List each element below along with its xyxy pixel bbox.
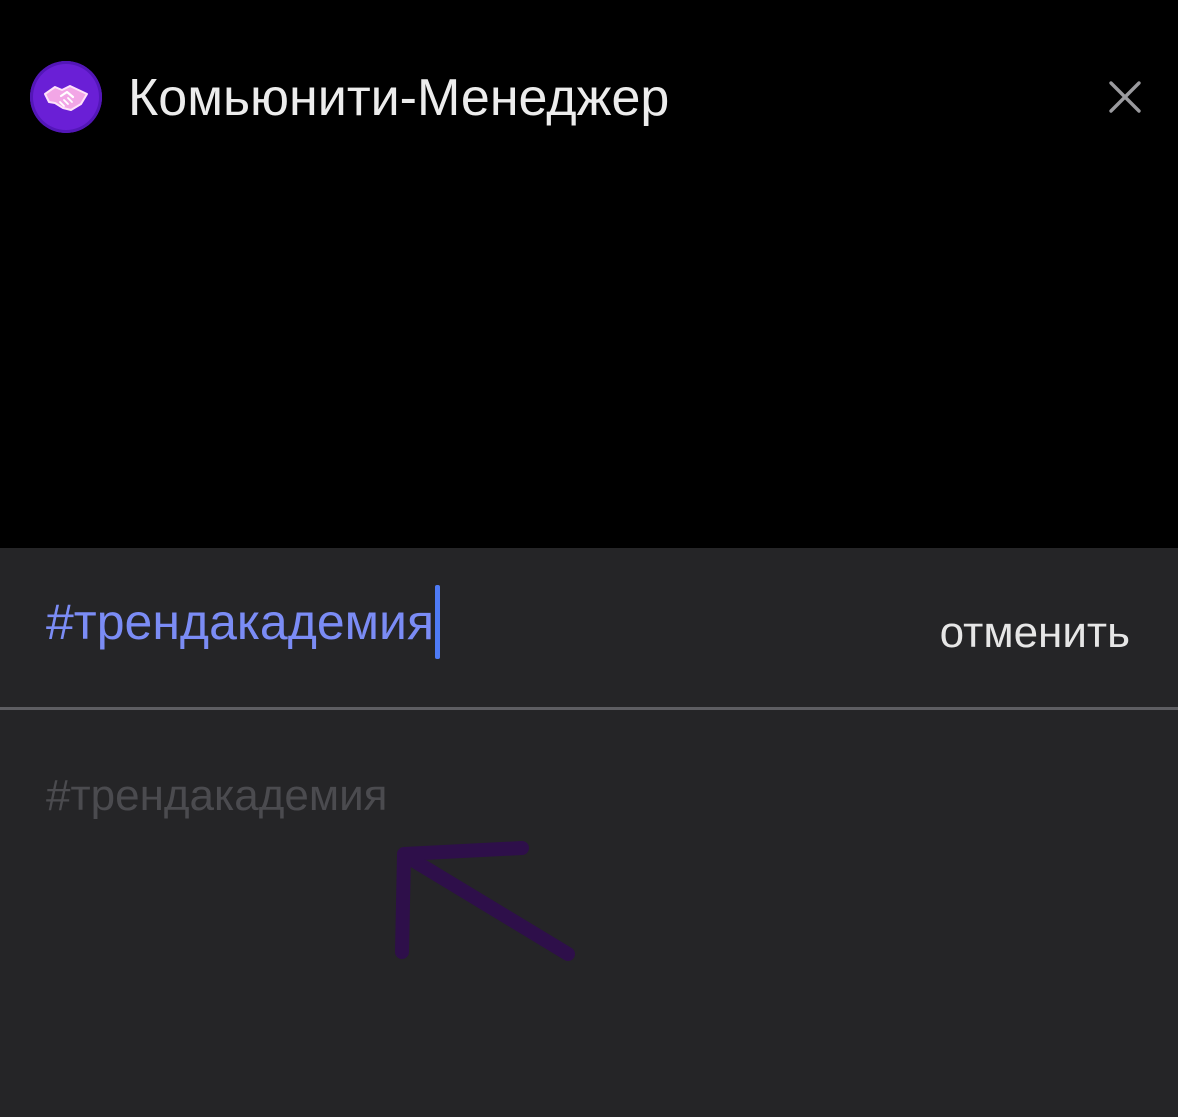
arrow-up-left-icon xyxy=(395,841,575,961)
search-input-value: #трендакадемия xyxy=(46,594,435,650)
page-title: Комьюнити-Менеджер xyxy=(128,69,670,127)
close-icon xyxy=(1109,81,1141,113)
avatar xyxy=(30,61,102,133)
handshake-icon xyxy=(44,85,88,111)
app-screen: Комьюнити-Менеджер #трендакадемия отмени… xyxy=(0,0,1178,1117)
cancel-button[interactable]: отменить xyxy=(940,598,1130,668)
suggestion-item[interactable]: #трендакадемия xyxy=(46,768,388,824)
search-row: #трендакадемия отменить xyxy=(0,548,1178,707)
header: Комьюнити-Менеджер xyxy=(0,0,1178,548)
text-caret xyxy=(435,585,441,659)
close-button[interactable] xyxy=(1100,72,1150,122)
divider xyxy=(0,707,1178,710)
search-input[interactable]: #трендакадемия xyxy=(46,582,441,662)
